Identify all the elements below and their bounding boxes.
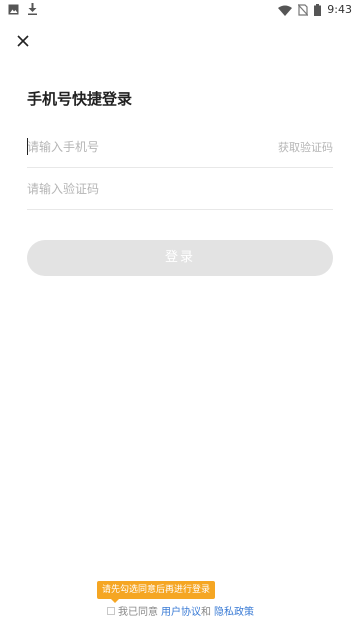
download-icon: [28, 3, 37, 15]
agreement-tip: 请先勾选同意后再进行登录: [97, 581, 216, 599]
status-time: 9:43: [327, 3, 352, 16]
login-button[interactable]: 登录: [27, 240, 333, 276]
close-icon: [17, 35, 29, 47]
image-icon: [8, 4, 19, 14]
no-sim-icon: [298, 4, 309, 16]
agreement-checkbox[interactable]: [107, 606, 115, 615]
get-code-button[interactable]: 获取验证码: [278, 139, 333, 155]
user-agreement-link[interactable]: 用户协议: [161, 603, 201, 618]
code-field: [27, 170, 333, 210]
privacy-policy-link[interactable]: 隐私政策: [214, 603, 254, 618]
phone-input[interactable]: [27, 137, 257, 157]
agreement-prefix: 我已同意: [118, 607, 158, 618]
battery-icon: [314, 4, 322, 16]
status-left: [8, 3, 38, 15]
wifi-icon: [278, 5, 293, 16]
text-caret: [27, 138, 28, 155]
status-bar: 9:43: [0, 0, 360, 20]
page-title: 手机号快捷登录: [27, 90, 133, 108]
phone-field: 获取验证码: [27, 128, 333, 168]
close-button[interactable]: [12, 30, 34, 52]
agreement-row: 我已同意 用户协议 和 隐私政策: [107, 603, 254, 618]
status-right: 9:43: [278, 2, 352, 18]
code-input[interactable]: [27, 179, 257, 199]
agreement-and: 和: [201, 607, 211, 618]
